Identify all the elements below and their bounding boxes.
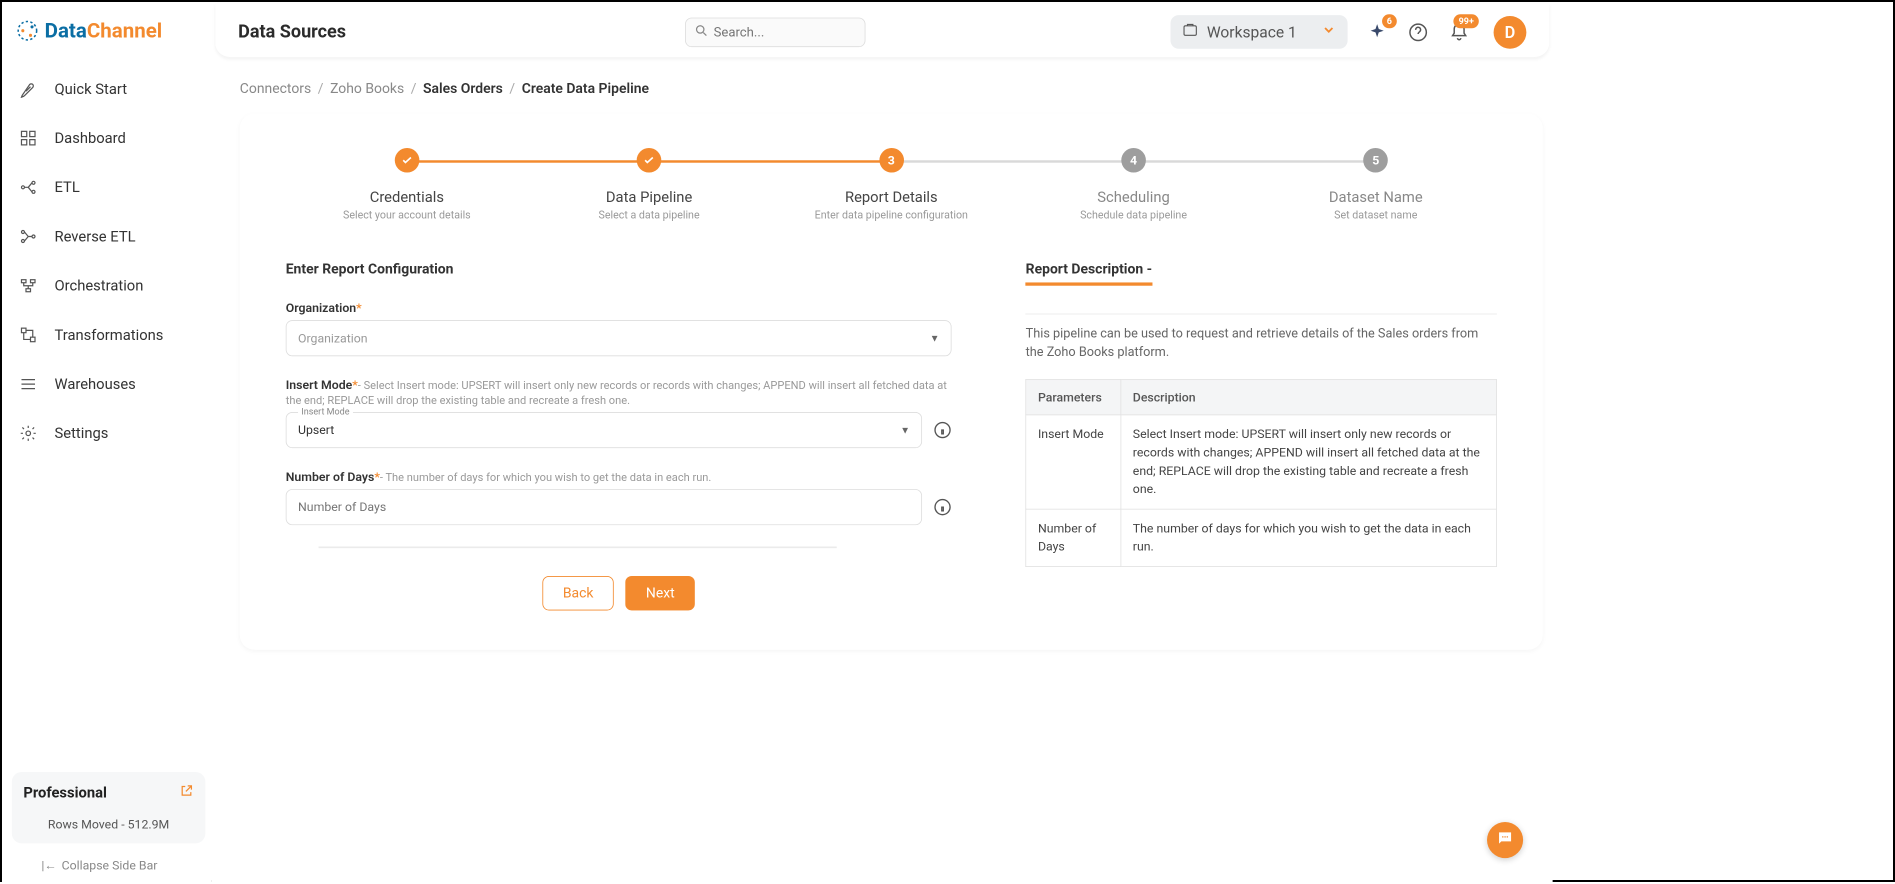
workspace-select[interactable]: Workspace 1 [1171,15,1348,49]
sidebar: DataChannel Quick Start Dashboard ETL Re… [2,2,212,884]
info-icon[interactable] [934,498,952,516]
sidebar-label: Dashboard [54,130,125,147]
warehouse-icon [18,374,38,394]
description-column: Report Description - This pipeline can b… [1026,261,1497,610]
transform-icon [18,325,38,345]
crumb-create: Create Data Pipeline [522,81,649,97]
avatar[interactable]: D [1494,16,1527,49]
sidebar-nav: Quick Start Dashboard ETL Reverse ETL Or… [12,64,206,772]
insertmode-select[interactable]: Insert Mode Upsert ▼ [286,412,923,448]
step-pipeline[interactable]: Data Pipeline Select a data pipeline [528,148,770,222]
brand-icon [15,18,40,43]
table-header: Parameters [1026,379,1121,414]
chat-icon [1496,829,1514,850]
form-actions: Back Next [286,576,952,610]
sidebar-label: ETL [54,179,79,196]
organization-select[interactable]: Organization ▼ [286,320,952,356]
orchestration-icon [18,276,38,296]
plan-stat: Rows Moved - 512.9M [23,817,194,832]
table-row: Insert Mode Select Insert mode: UPSERT w… [1026,414,1496,508]
breadcrumb: Connectors/ Zoho Books/ Sales Orders/ Cr… [212,58,1553,106]
info-icon[interactable] [934,421,952,439]
desc-text: This pipeline can be used to request and… [1026,324,1497,362]
crumb-connectors[interactable]: Connectors [240,81,311,97]
sidebar-label: Quick Start [54,80,127,97]
sidebar-item-reverseetl[interactable]: Reverse ETL [12,212,206,261]
sidebar-item-quickstart[interactable]: Quick Start [12,64,206,113]
step-number: 4 [1121,148,1146,173]
step-dataset[interactable]: 5 Dataset Name Set dataset name [1255,148,1497,222]
crumb-salesorders[interactable]: Sales Orders [423,81,503,97]
table-row: Number of Days The number of days for wh… [1026,509,1496,566]
search-input[interactable] [714,24,857,40]
numdays-input[interactable] [298,500,910,515]
plan-name: Professional [23,784,107,801]
bell-icon[interactable]: 99+ [1448,20,1471,43]
page-title: Data Sources [238,22,346,43]
main: Data Sources Workspace 1 6 99+ [212,2,1553,884]
sidebar-label: Transformations [54,326,163,343]
numdays-input-wrap [286,489,923,525]
sidebar-label: Orchestration [54,277,143,294]
step-scheduling[interactable]: 4 Scheduling Schedule data pipeline [1012,148,1254,222]
reverse-etl-icon [18,227,38,247]
sidebar-item-orchestration[interactable]: Orchestration [12,261,206,310]
bell-badge: 99+ [1454,14,1479,28]
numdays-label: Number of Days*- The number of days for … [286,469,952,484]
sidebar-item-dashboard[interactable]: Dashboard [12,114,206,163]
step-credentials[interactable]: Credentials Select your account details [286,148,528,222]
collapse-sidebar[interactable]: |← Collapse Side Bar [41,858,205,873]
collapse-icon: |← [41,858,56,873]
chat-fab[interactable] [1487,822,1523,858]
external-link-icon[interactable] [179,783,194,802]
search [685,17,865,47]
search-icon [694,23,709,41]
insertmode-float: Insert Mode [298,406,353,417]
next-button[interactable]: Next [625,576,695,610]
step-number: 5 [1363,148,1388,173]
sidebar-item-settings[interactable]: Settings [12,409,206,458]
desc-title: Report Description - [1026,261,1152,286]
crumb-zohobooks[interactable]: Zoho Books [330,81,404,97]
collapse-label: Collapse Side Bar [62,858,158,873]
search-input-wrap[interactable] [685,17,865,47]
plan-card[interactable]: Professional Rows Moved - 512.9M [12,772,206,843]
form-column: Enter Report Configuration Organization*… [286,261,952,610]
workspace-icon [1182,22,1198,43]
topbar: Data Sources Workspace 1 6 99+ [215,4,1549,58]
sidebar-item-transformations[interactable]: Transformations [12,310,206,359]
check-icon [395,148,420,173]
brand-logo[interactable]: DataChannel [15,18,205,43]
stepper: Credentials Select your account details … [286,148,1497,222]
caret-down-icon: ▼ [900,424,910,435]
back-button[interactable]: Back [542,576,614,610]
help-icon[interactable] [1407,20,1430,43]
step-report[interactable]: 3 Report Details Enter data pipeline con… [770,148,1012,222]
sidebar-item-warehouses[interactable]: Warehouses [12,360,206,409]
table-header: Description [1121,379,1497,414]
sidebar-item-etl[interactable]: ETL [12,163,206,212]
caret-down-icon: ▼ [930,332,940,343]
etl-icon [18,177,38,197]
sparkle-badge: 6 [1382,14,1397,28]
grid-icon [18,128,38,148]
chevron-down-icon [1321,23,1336,42]
sidebar-label: Warehouses [54,376,135,393]
brand-channel: Channel [87,19,162,43]
organization-label: Organization* [286,300,952,315]
sidebar-label: Settings [54,425,108,442]
workspace-label: Workspace 1 [1207,23,1297,42]
form-section-title: Enter Report Configuration [286,261,454,277]
gear-icon [18,423,38,443]
sparkle-icon[interactable]: 6 [1366,20,1389,43]
content-card: Credentials Select your account details … [240,114,1543,650]
step-number: 3 [879,148,904,173]
brand-data: Data [45,19,87,43]
insertmode-label: Insert Mode*- Select Insert mode: UPSERT… [286,378,952,408]
params-table: Parameters Description Insert Mode Selec… [1026,379,1497,567]
sidebar-label: Reverse ETL [54,228,135,245]
check-icon [637,148,662,173]
rocket-icon [18,79,38,99]
